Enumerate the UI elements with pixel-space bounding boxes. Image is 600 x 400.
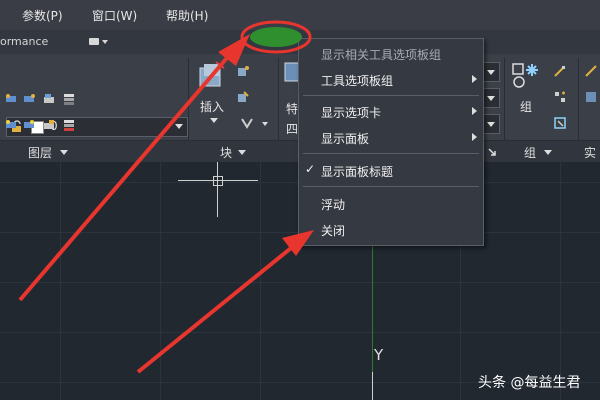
- layer-tool-icon[interactable]: [4, 92, 18, 106]
- grid-line: [560, 162, 561, 400]
- insert-label[interactable]: 插入: [200, 98, 224, 115]
- grid-line: [0, 332, 600, 333]
- menu-separator: [303, 186, 479, 187]
- menu-bar: 参数(P) 窗口(W) 帮助(H): [0, 0, 600, 31]
- workspace-name: ormance: [0, 35, 49, 48]
- submenu-arrow-icon: [472, 133, 477, 141]
- watermark-text: 头条 @每益生君: [478, 375, 581, 391]
- menu-item-label: 显示面板: [321, 132, 370, 146]
- chevron-down-icon[interactable]: [210, 118, 218, 123]
- menu-item-label: 浮动: [321, 198, 346, 212]
- menu-item-label: 工具选项板组: [321, 74, 394, 88]
- submenu-arrow-icon: [472, 75, 477, 83]
- menu-window[interactable]: 窗口(W): [92, 7, 137, 24]
- insert-block-icon[interactable]: [196, 60, 228, 90]
- menu-item-show-tabs[interactable]: 显示选项卡: [299, 99, 483, 123]
- menu-item-label: 显示相关工具选项板组: [321, 48, 442, 62]
- menu-separator: [303, 153, 479, 154]
- menu-help[interactable]: 帮助(H): [166, 7, 208, 24]
- menu-item-show-panels[interactable]: 显示面板: [299, 125, 483, 149]
- property-dropdown[interactable]: [482, 62, 500, 82]
- check-icon: ✓: [305, 162, 316, 176]
- grid-line: [260, 162, 261, 400]
- group-icon[interactable]: [510, 60, 544, 92]
- menu-params[interactable]: 参数(P): [22, 7, 63, 24]
- chevron-down-icon[interactable]: [544, 150, 552, 155]
- layer-stack-icon[interactable]: [62, 118, 76, 132]
- submenu-arrow-icon: [472, 107, 477, 115]
- properties-label[interactable]: 特: [286, 100, 298, 117]
- utility-icon[interactable]: [584, 90, 598, 104]
- panel-title-block[interactable]: 块: [220, 144, 232, 161]
- layer-stack-icon[interactable]: [62, 92, 76, 106]
- create-block-icon[interactable]: [236, 64, 250, 78]
- chevron-down-icon[interactable]: [175, 124, 183, 129]
- menu-item-show-related-palette-groups[interactable]: 显示相关工具选项板组: [299, 41, 483, 65]
- group-edit-icon[interactable]: [553, 90, 567, 104]
- property-dropdown[interactable]: [482, 114, 500, 134]
- menu-item-label: 显示选项卡: [321, 106, 382, 120]
- panel-launcher-icon[interactable]: [487, 147, 497, 157]
- grid-line: [0, 282, 600, 283]
- panel-title-group[interactable]: 组: [524, 144, 536, 161]
- edit-block-icon[interactable]: [236, 90, 250, 104]
- crosshair-vertical: [217, 162, 218, 217]
- menu-item-float[interactable]: 浮动: [299, 191, 483, 215]
- menu-item-label: 关闭: [321, 224, 346, 238]
- panel-title-layers[interactable]: 图层: [28, 144, 52, 161]
- workspace-dropdown-icon[interactable]: [88, 36, 110, 48]
- crosshair-pickbox: [213, 176, 223, 186]
- chevron-down-icon[interactable]: [262, 122, 268, 126]
- ucs-y-label: Y: [374, 346, 384, 364]
- chevron-down-icon: [487, 96, 495, 101]
- chevron-down-icon: [487, 122, 495, 127]
- block-attribute-icon[interactable]: [240, 116, 254, 130]
- layer-tool-icon[interactable]: [22, 118, 36, 132]
- measure-icon[interactable]: [584, 64, 598, 78]
- panel-title-utilities[interactable]: 实: [584, 144, 596, 161]
- property-dropdown[interactable]: [482, 88, 500, 108]
- menu-item-show-panel-titles[interactable]: ✓ 显示面板标题: [299, 158, 483, 182]
- layer-tool-icon[interactable]: [22, 92, 36, 106]
- group-select-icon[interactable]: [553, 116, 567, 130]
- layer-tool-icon[interactable]: [42, 92, 56, 106]
- chevron-down-icon[interactable]: [238, 150, 246, 155]
- menu-item-tool-palette-groups[interactable]: 工具选项板组: [299, 67, 483, 91]
- grid-line: [160, 162, 161, 400]
- menu-item-close[interactable]: 关闭: [299, 217, 483, 241]
- chevron-down-icon: [487, 70, 495, 75]
- group-button-label[interactable]: 组: [520, 98, 532, 115]
- ucs-y-marker: [372, 372, 373, 400]
- grid-line: [60, 162, 61, 400]
- layer-tool-icon[interactable]: [42, 118, 56, 132]
- layer-tool-icon[interactable]: [4, 118, 18, 132]
- ribbon-context-menu: 显示相关工具选项板组 工具选项板组 显示选项卡 显示面板 ✓ 显示面板标题 浮动…: [298, 38, 484, 246]
- menu-separator: [303, 95, 479, 96]
- ungroup-icon[interactable]: [553, 64, 567, 78]
- properties-sublabel: 四: [286, 122, 299, 136]
- chevron-down-icon[interactable]: [60, 150, 68, 155]
- menu-item-label: 显示面板标题: [321, 165, 394, 179]
